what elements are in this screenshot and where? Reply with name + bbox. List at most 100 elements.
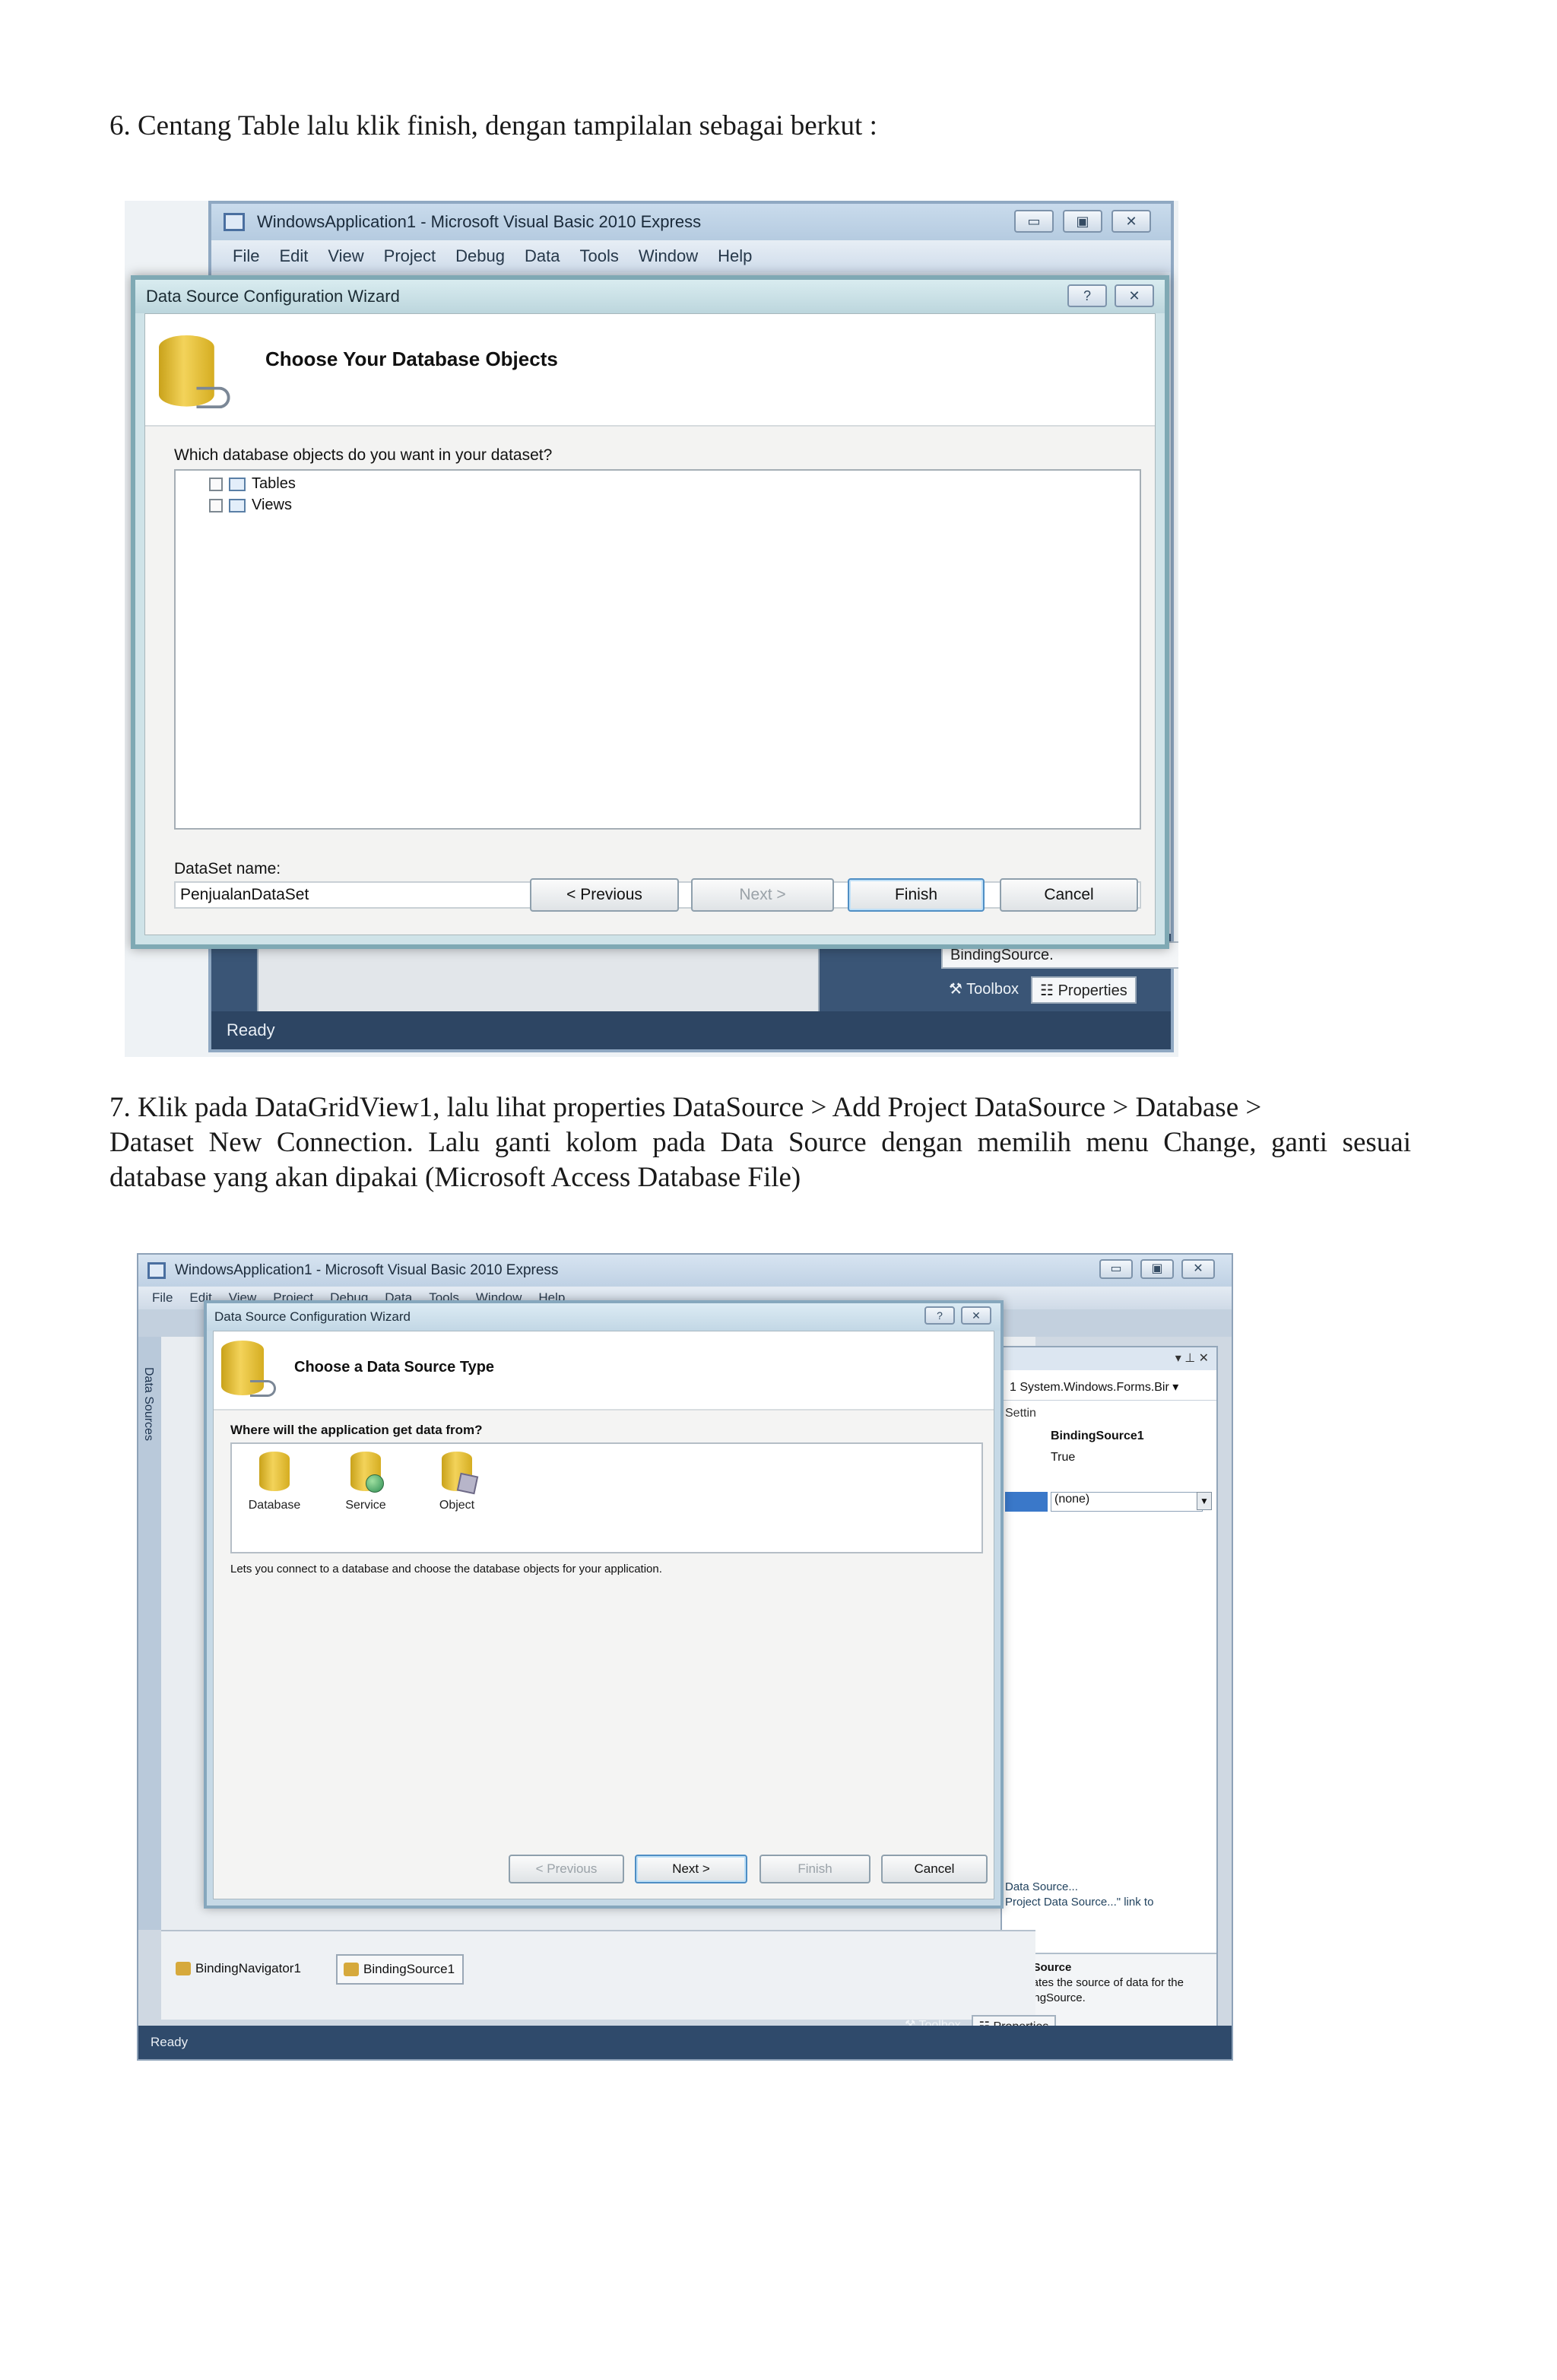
step-7-text: 7. Klik pada DataGridView1, lalu lihat p…: [109, 1090, 1411, 1195]
cancel-button[interactable]: Cancel: [1000, 878, 1138, 912]
data-sources-panel-tab[interactable]: Data Sources: [138, 1337, 161, 1930]
help-icon[interactable]: ?: [1067, 284, 1107, 307]
source-type-object[interactable]: Object: [419, 1452, 495, 1512]
tab-properties-label: Properties: [1058, 982, 1127, 999]
component-tray: BindingNavigator1 BindingSource1: [161, 1930, 1035, 2020]
previous-button[interactable]: < Previous: [530, 878, 679, 912]
menu-edit[interactable]: Edit: [279, 240, 308, 272]
tables-checkbox[interactable]: [209, 477, 223, 491]
object-icon: [442, 1452, 479, 1495]
add-data-source-link[interactable]: Data Source...: [1005, 1880, 1210, 1895]
tray-item-label: BindingNavigator1: [195, 1961, 301, 1975]
help-icon[interactable]: ?: [924, 1306, 955, 1325]
tab-toolbox-label: Toolbox: [966, 981, 1020, 998]
wizard-title-bar: Data Source Configuration Wizard ? ✕: [207, 1303, 1000, 1331]
menu-project[interactable]: Project: [384, 240, 436, 272]
properties-links: Data Source... Project Data Source..." l…: [1005, 1880, 1210, 1910]
wizard-title-bar: Data Source Configuration Wizard ? ✕: [135, 280, 1165, 313]
menu-file[interactable]: File: [152, 1287, 173, 1309]
cancel-button[interactable]: Cancel: [881, 1855, 988, 1883]
next-button[interactable]: Next >: [635, 1855, 747, 1883]
vs-title-bar: WindowsApplication1 - Microsoft Visual B…: [138, 1255, 1232, 1287]
wizard-title: Data Source Configuration Wizard: [146, 287, 400, 306]
property-value: BindingSource1: [1051, 1430, 1144, 1442]
step-6-text: 6. Centang Table lalu klik finish, denga…: [109, 109, 1411, 144]
status-bar: Ready: [211, 1011, 1171, 1049]
property-value: True: [1051, 1451, 1076, 1464]
properties-header[interactable]: ▾ ⊥ ✕: [1002, 1347, 1216, 1370]
close-icon[interactable]: ✕: [1111, 210, 1151, 233]
source-type-label: Object: [439, 1499, 475, 1512]
menu-data[interactable]: Data: [525, 240, 560, 272]
next-button[interactable]: Next >: [691, 878, 834, 912]
wizard-header: Choose Your Database Objects: [145, 314, 1155, 427]
source-type-service[interactable]: Service: [328, 1452, 404, 1512]
previous-button[interactable]: < Previous: [509, 1855, 624, 1883]
close-icon[interactable]: ✕: [1181, 1259, 1215, 1279]
tab-toolbox[interactable]: ⚒ Toolbox: [941, 976, 1026, 1004]
step-6-line: 6. Centang Table lalu klik finish, denga…: [109, 110, 877, 141]
database-icon: [259, 1452, 290, 1491]
vs-window-title: WindowsApplication1 - Microsoft Visual B…: [257, 212, 702, 231]
data-sources-tab-label: Data Sources: [142, 1367, 155, 1441]
menu-help[interactable]: Help: [718, 240, 752, 272]
description-title: DataSource: [1008, 1961, 1072, 1974]
source-type-list: Database Service Object: [230, 1442, 983, 1553]
wizard-dialog: Data Source Configuration Wizard ? ✕ Cho…: [204, 1300, 1004, 1909]
tray-binding-navigator[interactable]: BindingNavigator1: [169, 1954, 309, 1985]
vs-app-icon: [147, 1262, 166, 1279]
minimize-icon[interactable]: ▭: [1014, 210, 1054, 233]
finish-button[interactable]: Finish: [848, 878, 985, 912]
close-icon[interactable]: ✕: [1115, 284, 1154, 307]
tree-item-views[interactable]: Views: [209, 497, 292, 514]
dropdown-arrow-icon[interactable]: ▼: [1197, 1492, 1212, 1510]
properties-object-selector[interactable]: 1 System.Windows.Forms.Bir ▾: [1002, 1375, 1216, 1401]
source-type-description: Lets you connect to a database and choos…: [230, 1563, 662, 1576]
views-folder-icon: [229, 498, 246, 512]
source-type-database[interactable]: Database: [236, 1452, 312, 1512]
vs-title-bar: WindowsApplication1 - Microsoft Visual B…: [211, 204, 1171, 240]
wizard-title: Data Source Configuration Wizard: [214, 1309, 411, 1324]
wizard-header: Choose a Data Source Type: [214, 1331, 994, 1411]
tables-folder-icon: [229, 477, 246, 491]
menu-file[interactable]: File: [233, 240, 259, 272]
vs-menu-bar: File Edit View Project Debug Data Tools …: [211, 240, 1171, 272]
menu-window[interactable]: Window: [639, 240, 698, 272]
source-type-label: Database: [248, 1499, 301, 1512]
menu-debug[interactable]: Debug: [455, 240, 505, 272]
screenshot-choose-database-objects: WindowsApplication1 - Microsoft Visual B…: [125, 201, 1178, 1057]
wizard-heading: Choose Your Database Objects: [265, 347, 558, 370]
tray-binding-source[interactable]: BindingSource1: [336, 1954, 465, 1985]
maximize-icon[interactable]: ▣: [1140, 1259, 1174, 1279]
step-7-line-1: 7. Klik pada DataGridView1, lalu lihat p…: [109, 1092, 1262, 1123]
tree-item-views-label: Views: [252, 497, 292, 513]
component-icon: [344, 1963, 359, 1976]
property-key: [1005, 1492, 1048, 1512]
wizard-dialog: Data Source Configuration Wizard ? ✕ Cho…: [131, 275, 1169, 949]
tree-item-tables-label: Tables: [252, 475, 296, 492]
menu-tools[interactable]: Tools: [579, 240, 618, 272]
menu-view[interactable]: View: [328, 240, 363, 272]
bottom-tabs: ⚒ Toolbox ☷ Properties: [941, 976, 1137, 1004]
screenshot-choose-data-source-type: WindowsApplication1 - Microsoft Visual B…: [137, 1253, 1233, 2061]
minimize-icon[interactable]: ▭: [1099, 1259, 1133, 1279]
project-data-source-hint: Project Data Source..." link to: [1005, 1896, 1154, 1909]
source-question: Where will the application get data from…: [230, 1423, 483, 1437]
property-key: Settin: [1005, 1407, 1036, 1420]
wizard-heading: Choose a Data Source Type: [294, 1359, 495, 1376]
component-icon: [176, 1962, 191, 1975]
maximize-icon[interactable]: ▣: [1063, 210, 1102, 233]
properties-panel: ▾ ⊥ ✕ 1 System.Windows.Forms.Bir ▾ Setti…: [1000, 1346, 1218, 2032]
database-icon: [221, 1341, 276, 1400]
status-bar: Ready: [138, 2026, 1232, 2059]
wizard-body: Choose Your Database Objects Which datab…: [144, 313, 1156, 935]
tab-properties[interactable]: ☷ Properties: [1031, 976, 1137, 1004]
vs-app-icon: [224, 213, 245, 231]
wizard-footer: < Previous Next > Finish Cancel: [145, 875, 1155, 935]
datasource-value[interactable]: (none): [1051, 1492, 1203, 1512]
close-icon[interactable]: ✕: [961, 1306, 991, 1325]
source-type-label: Service: [345, 1499, 386, 1512]
tree-item-tables[interactable]: Tables: [209, 475, 296, 493]
views-checkbox[interactable]: [209, 498, 223, 512]
finish-button[interactable]: Finish: [759, 1855, 870, 1883]
